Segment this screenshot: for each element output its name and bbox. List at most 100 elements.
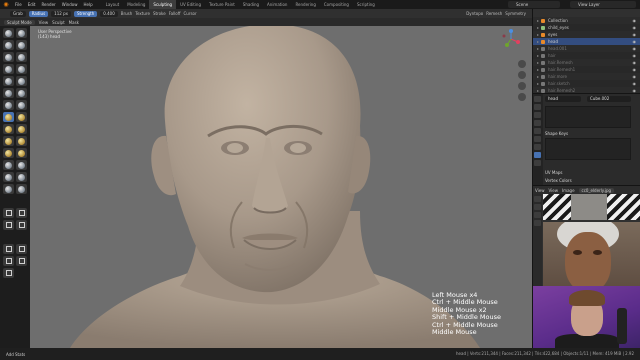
visibility-eye-icon[interactable]: ◉ — [633, 80, 637, 87]
scene-selector[interactable]: Scene — [508, 1, 560, 8]
brush-menu[interactable]: Brush — [121, 11, 133, 16]
render-tab-icon[interactable] — [534, 104, 541, 110]
zoom-tool-icon[interactable] — [534, 212, 541, 218]
crease-brush-icon[interactable] — [16, 64, 27, 74]
flatten-brush-icon[interactable] — [16, 76, 27, 86]
shape-keys-header[interactable]: Shape Keys — [545, 131, 568, 136]
tab-texture-paint[interactable]: Texture Paint — [205, 0, 239, 9]
cloth-brush-icon[interactable] — [16, 160, 27, 170]
visibility-eye-icon[interactable]: ◉ — [633, 59, 637, 66]
outliner-item[interactable]: ▸ hair.more ◉ — [533, 73, 640, 80]
scene-tab-icon[interactable] — [534, 120, 541, 126]
visibility-eye-icon[interactable]: ◉ — [633, 24, 637, 31]
sample-tool-icon[interactable] — [534, 220, 541, 226]
camera-icon[interactable] — [518, 82, 526, 90]
snake-hook-icon[interactable] — [3, 124, 14, 134]
mesh-name-field[interactable]: Cube.002 — [587, 96, 631, 102]
falloff-menu[interactable]: Falloff — [169, 11, 181, 16]
outliner-item[interactable]: ▸ head ◉ — [533, 38, 640, 45]
elastic-deform-icon[interactable] — [16, 112, 27, 122]
data-tab-icon[interactable] — [534, 152, 541, 158]
outliner-item[interactable]: ▸ hair.Remesh ◉ — [533, 59, 640, 66]
draw-sharp-brush-icon[interactable] — [16, 28, 27, 38]
tab-animation[interactable]: Animation — [263, 0, 291, 9]
navigation-gizmo[interactable] — [500, 28, 522, 50]
cloth-filter-icon[interactable] — [16, 220, 27, 230]
mesh-filter-icon[interactable] — [3, 220, 14, 230]
layer-brush-icon[interactable] — [3, 52, 14, 62]
pose-brush-icon[interactable] — [3, 136, 14, 146]
tab-compositing[interactable]: Compositing — [320, 0, 353, 9]
transform-icon[interactable] — [16, 256, 27, 266]
view-layer-selector[interactable]: View Layer — [570, 1, 636, 8]
uv-maps-header[interactable]: UV Maps — [545, 170, 562, 175]
image-file-selector[interactable]: cc0_elderly.jpg — [578, 187, 615, 193]
mode-selector[interactable]: Sculpt Mode — [4, 19, 35, 25]
visibility-eye-icon[interactable]: ◉ — [633, 73, 637, 80]
annotate-icon[interactable] — [3, 268, 14, 278]
nudge-brush-icon[interactable] — [16, 136, 27, 146]
menu-mask[interactable]: Mask — [69, 20, 79, 25]
tab-scripting[interactable]: Scripting — [353, 0, 379, 9]
outliner-item[interactable]: ▸ hair.Remesh1 ◉ — [533, 66, 640, 73]
object-name-field[interactable]: head — [545, 96, 581, 102]
world-tab-icon[interactable] — [534, 128, 541, 134]
menu-view[interactable]: View — [549, 188, 559, 193]
rotate-brush-icon[interactable] — [3, 148, 14, 158]
menu-window[interactable]: Window — [59, 2, 81, 7]
visibility-eye-icon[interactable]: ◉ — [633, 17, 637, 24]
visibility-eye-icon[interactable]: ◉ — [633, 38, 637, 45]
smooth-brush-icon[interactable] — [3, 76, 14, 86]
menu-help[interactable]: Help — [80, 2, 95, 7]
object-tab-icon[interactable] — [534, 136, 541, 142]
draw-brush-icon[interactable] — [3, 28, 14, 38]
paint-brush-icon[interactable] — [16, 184, 27, 194]
tab-shading[interactable]: Shading — [239, 0, 263, 9]
cursor-menu[interactable]: Cursor — [184, 11, 197, 16]
outliner-item[interactable]: ▸ child_eyes ◉ — [533, 24, 640, 31]
grab-brush-icon[interactable] — [3, 112, 14, 122]
dyntopo-menu[interactable]: Dyntopo — [466, 11, 483, 16]
mask-brush-icon[interactable] — [16, 172, 27, 182]
slide-relax-icon[interactable] — [16, 148, 27, 158]
outliner-item[interactable]: ▸ hair ◉ — [533, 52, 640, 59]
thumb-brush-icon[interactable] — [16, 124, 27, 134]
visibility-eye-icon[interactable]: ◉ — [633, 31, 637, 38]
simplify-brush-icon[interactable] — [3, 172, 14, 182]
draw-face-sets-icon[interactable] — [3, 184, 14, 194]
editor-mode-selector[interactable]: View — [535, 188, 545, 193]
menu-file[interactable]: File — [12, 2, 25, 7]
box-hide-icon[interactable] — [16, 208, 27, 218]
material-tab-icon[interactable] — [534, 160, 541, 166]
clay-brush-icon[interactable] — [3, 40, 14, 50]
stroke-menu[interactable]: Stroke — [153, 11, 166, 16]
menu-sculpt[interactable]: Sculpt — [52, 20, 65, 25]
outliner-item[interactable]: ▸ Collection ◉ — [533, 17, 640, 24]
vertex-colors-header[interactable]: Vertex Colors — [545, 178, 572, 183]
blender-logo-icon[interactable]: ◉ — [2, 1, 10, 8]
grab-tool-icon[interactable] — [534, 204, 541, 210]
tab-modeling[interactable]: Modeling — [123, 0, 149, 9]
outliner-item[interactable]: ▸ hair.sketch ◉ — [533, 80, 640, 87]
tab-layout[interactable]: Layout — [102, 0, 124, 9]
radius-field[interactable]: 112 px — [51, 10, 71, 17]
visibility-eye-icon[interactable]: ◉ — [633, 52, 637, 59]
visibility-eye-icon[interactable]: ◉ — [633, 66, 637, 73]
rotate-icon[interactable] — [16, 244, 27, 254]
tab-uv-editing[interactable]: UV Editing — [176, 0, 205, 9]
remesh-menu[interactable]: Remesh — [486, 11, 502, 16]
scale-icon[interactable] — [3, 256, 14, 266]
blob-brush-icon[interactable] — [3, 64, 14, 74]
tool-tab-icon[interactable] — [534, 96, 541, 102]
outliner-item[interactable]: ▸ eyes ◉ — [533, 31, 640, 38]
multiplane-scrape-icon[interactable] — [3, 100, 14, 110]
outliner-item[interactable]: ▸ head.001 ◉ — [533, 45, 640, 52]
menu-view[interactable]: View — [39, 20, 49, 25]
shape-keys-list[interactable] — [545, 138, 631, 160]
modifier-tab-icon[interactable] — [534, 144, 541, 150]
pinch-brush-icon[interactable] — [16, 100, 27, 110]
inflate-brush-icon[interactable] — [16, 52, 27, 62]
menu-image[interactable]: Image — [562, 188, 575, 193]
zoom-icon[interactable] — [518, 60, 526, 68]
brush-selector[interactable]: Grab — [10, 10, 26, 17]
